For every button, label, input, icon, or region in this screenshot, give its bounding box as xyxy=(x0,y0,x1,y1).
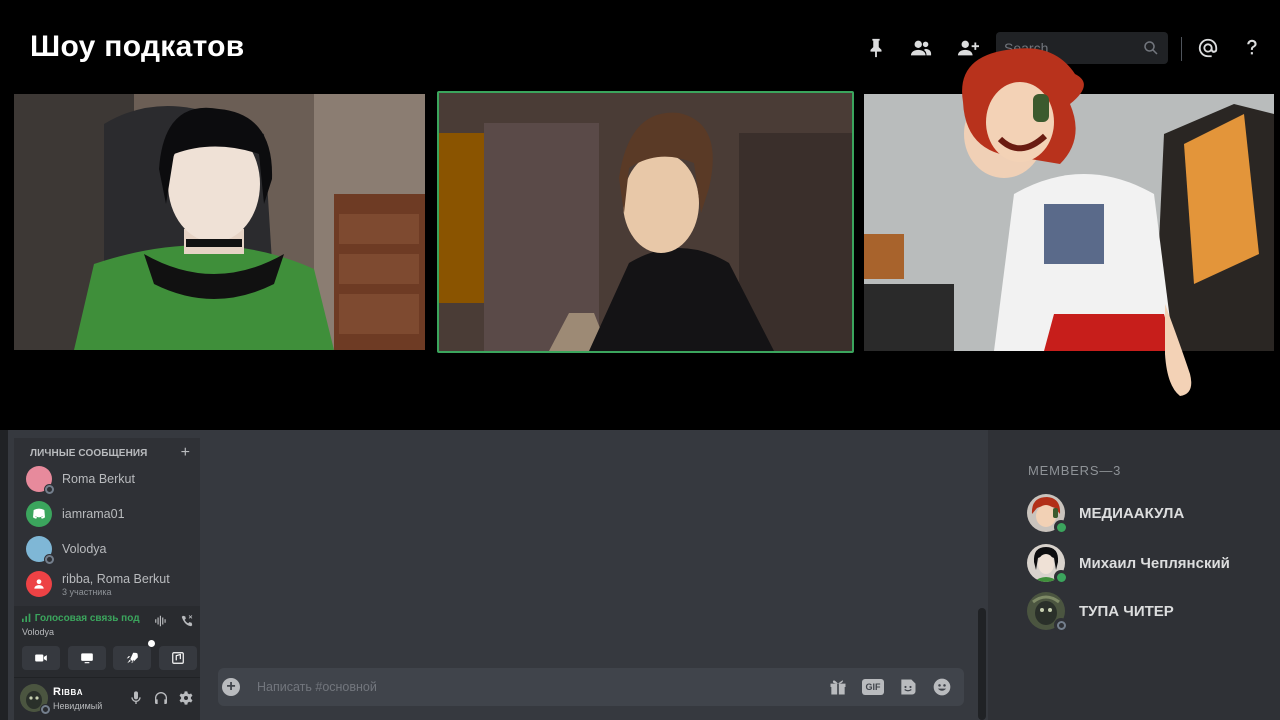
dm-item-label: Roma Berkut xyxy=(62,472,135,486)
headphones-icon[interactable] xyxy=(153,690,169,706)
activity-button[interactable] xyxy=(113,640,155,670)
status-icon xyxy=(1054,520,1068,534)
rocket-icon xyxy=(126,652,138,664)
screen-share-icon xyxy=(81,653,93,664)
voice-channel-name: Volodya xyxy=(22,627,55,637)
member-name: Михаил Чеплянский xyxy=(1079,554,1230,572)
dm-item-roma-berkut[interactable]: Roma Berkut xyxy=(26,464,196,495)
gif-button[interactable]: GIF xyxy=(862,679,884,695)
group-icon xyxy=(34,579,44,589)
character-sticker xyxy=(962,48,1192,396)
voice-connection-panel: Голосовая связь под Volodya xyxy=(14,606,200,678)
dm-item-label: Volodya xyxy=(62,542,107,556)
camera-icon xyxy=(35,654,47,662)
channel-title: Шоу подкатов xyxy=(30,30,245,63)
dm-item-subtitle: 3 участника xyxy=(62,586,112,597)
signal-icon xyxy=(22,613,31,622)
disconnect-icon[interactable] xyxy=(180,614,194,628)
dm-item-label: ribba, Roma Berkut xyxy=(62,571,170,586)
avatar xyxy=(1027,494,1068,534)
member-name: ТУПА ЧИТЕР xyxy=(1079,602,1174,620)
avatar xyxy=(26,536,55,565)
member-item-2[interactable]: Михаил Чеплянский xyxy=(1027,544,1230,584)
user-panel: Ribba Невидимый xyxy=(14,678,200,720)
pin-icon[interactable] xyxy=(858,30,894,66)
member-item-3[interactable]: ТУПА ЧИТЕР xyxy=(1027,592,1174,632)
soundboard-icon xyxy=(172,652,184,664)
status-icon xyxy=(1054,570,1068,584)
notification-dot xyxy=(148,640,155,647)
attach-button[interactable]: + xyxy=(222,678,240,696)
dm-item-group[interactable]: ribba, Roma Berkut 3 участника xyxy=(26,569,196,599)
voice-status-text: Голосовая связь под xyxy=(22,612,140,624)
dm-item-iamrama01[interactable]: iamrama01 xyxy=(26,499,196,529)
create-dm-button[interactable]: + xyxy=(181,444,190,462)
discord-logo-icon xyxy=(33,508,45,519)
microphone-icon[interactable] xyxy=(128,690,144,706)
message-input[interactable] xyxy=(257,678,777,696)
soundboard-button[interactable] xyxy=(159,646,197,670)
avatar xyxy=(26,501,52,527)
status-icon xyxy=(44,484,55,495)
settings-gear-icon[interactable] xyxy=(178,690,194,706)
avatar xyxy=(26,571,52,597)
screen-share-button[interactable] xyxy=(68,646,106,670)
dm-item-label: iamrama01 xyxy=(62,507,125,521)
sticker-icon[interactable] xyxy=(898,677,918,697)
video-tile-participant-1[interactable] xyxy=(14,94,425,350)
member-list: MEMBERS—3 МЕДИААКУЛА Михаил Чеплянский Т… xyxy=(992,430,1280,720)
member-name: МЕДИААКУЛА xyxy=(1079,504,1185,522)
chat-area: + GIF xyxy=(200,430,988,720)
username: Ribba xyxy=(53,686,83,698)
status-icon xyxy=(44,554,55,565)
user-status-text: Невидимый xyxy=(53,701,103,711)
member-item-1[interactable]: МЕДИААКУЛА xyxy=(1027,494,1185,534)
avatar xyxy=(1027,592,1068,632)
gift-icon[interactable] xyxy=(828,677,848,697)
camera-button[interactable] xyxy=(22,646,60,670)
avatar xyxy=(26,466,55,495)
members-icon[interactable] xyxy=(903,30,939,66)
status-icon xyxy=(1054,618,1068,632)
video-tile-participant-2[interactable] xyxy=(437,91,854,353)
dm-section-header: ЛИЧНЫЕ СООБЩЕНИЯ xyxy=(30,448,148,459)
avatar xyxy=(1027,544,1068,584)
chat-scrollbar[interactable] xyxy=(978,608,986,720)
message-composer: + GIF xyxy=(218,668,964,706)
client-bottom: ЛИЧНЫЕ СООБЩЕНИЯ + Roma Berkut iamrama01… xyxy=(0,430,1280,720)
dm-item-volodya[interactable]: Volodya xyxy=(26,534,196,565)
help-icon[interactable] xyxy=(1234,30,1270,66)
member-list-header: MEMBERS—3 xyxy=(1028,463,1122,478)
server-rail xyxy=(0,430,8,720)
emoji-icon[interactable] xyxy=(932,677,952,697)
status-icon xyxy=(40,704,51,715)
noise-suppression-icon[interactable] xyxy=(154,614,168,628)
